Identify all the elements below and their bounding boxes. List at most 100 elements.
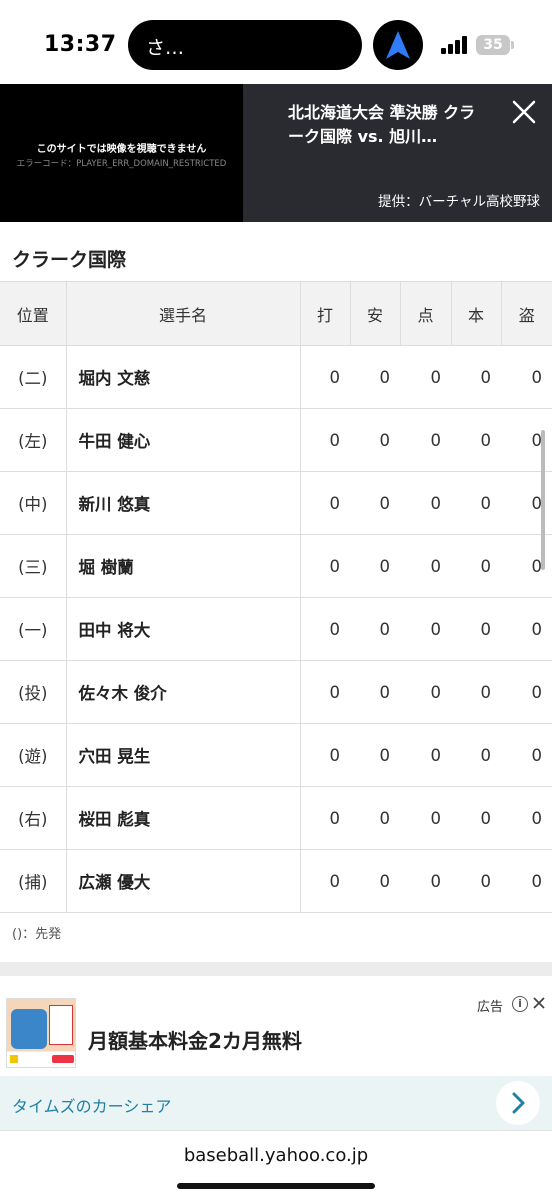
stat-home-runs: 0	[451, 345, 501, 409]
player-position: (右)	[0, 786, 67, 850]
table-header-row: 位置 選手名 打 安 点 本 盗	[0, 281, 552, 346]
table-row: (投) 佐々木 俊介 0 0 0 0 0	[0, 660, 552, 724]
table-row: (捕) 広瀬 優大 0 0 0 0 0	[0, 849, 552, 913]
player-position: (遊)	[0, 723, 67, 787]
stat-at-bats: 0	[300, 660, 350, 724]
stat-at-bats: 0	[300, 534, 350, 598]
table-row: (左) 牛田 健心 0 0 0 0 0	[0, 408, 552, 472]
player-name: 堀 樹蘭	[66, 534, 301, 598]
stat-hits: 0	[350, 786, 400, 850]
ad-image-strip	[7, 1051, 75, 1067]
scrollbar[interactable]	[541, 430, 545, 570]
island-text: さ…	[146, 37, 185, 59]
section-divider	[0, 962, 552, 976]
stat-rbi: 0	[400, 534, 451, 598]
stat-rbi: 0	[400, 408, 451, 472]
ad-banner[interactable]: 広告 i 月額基本料金2カ月無料 タイムズのカーシェア	[0, 990, 552, 1130]
stat-stolen-bases: 0	[501, 597, 552, 661]
video-header: このサイトでは映像を視聴できません エラーコード：PLAYER_ERR_DOMA…	[0, 84, 552, 222]
video-provider: 提供：バーチャル高校野球	[378, 194, 540, 210]
stat-hits: 0	[350, 534, 400, 598]
stat-at-bats: 0	[300, 723, 350, 787]
ad-image-car	[11, 1009, 47, 1049]
close-icon[interactable]	[508, 96, 540, 128]
stat-rbi: 0	[400, 849, 451, 913]
player-position: (中)	[0, 471, 67, 535]
battery-tip	[511, 41, 514, 49]
stat-hits: 0	[350, 408, 400, 472]
stat-at-bats: 0	[300, 471, 350, 535]
signal-icon	[441, 36, 467, 54]
starter-legend: ()：先発	[12, 927, 62, 942]
table-row: (二) 堀内 文慈 0 0 0 0 0	[0, 345, 552, 409]
stat-rbi: 0	[400, 597, 451, 661]
ad-cta-bar[interactable]: タイムズのカーシェア	[0, 1076, 552, 1130]
ad-image-button	[52, 1055, 74, 1063]
player-position: (投)	[0, 660, 67, 724]
stat-stolen-bases: 0	[501, 849, 552, 913]
ad-image-book	[49, 1005, 73, 1045]
header-rbi: 点	[399, 281, 452, 346]
player-name: 新川 悠真	[66, 471, 301, 535]
stat-hits: 0	[350, 660, 400, 724]
url-text[interactable]: baseball.yahoo.co.jp	[0, 1145, 552, 1166]
player-name: 田中 将大	[66, 597, 301, 661]
player-name: 堀内 文慈	[66, 345, 301, 409]
dynamic-island[interactable]: さ…	[128, 20, 362, 70]
stat-home-runs: 0	[451, 723, 501, 787]
player-position: (一)	[0, 597, 67, 661]
header-player-name: 選手名	[65, 281, 301, 346]
browser-url-bar[interactable]: baseball.yahoo.co.jp	[0, 1130, 552, 1200]
navigation-arrow-icon[interactable]	[373, 20, 423, 70]
table-row: (一) 田中 将大 0 0 0 0 0	[0, 597, 552, 661]
stat-hits: 0	[350, 849, 400, 913]
player-name: 広瀬 優大	[66, 849, 301, 913]
team-name: クラーク国際	[12, 249, 127, 271]
battery-icon: 35	[476, 35, 510, 55]
stat-at-bats: 0	[300, 849, 350, 913]
player-position: (捕)	[0, 849, 67, 913]
stat-at-bats: 0	[300, 408, 350, 472]
player-position: (二)	[0, 345, 67, 409]
stat-stolen-bases: 0	[501, 345, 552, 409]
status-time: 13:37	[44, 32, 117, 57]
stat-hits: 0	[350, 345, 400, 409]
batting-table: 位置 選手名 打 安 点 本 盗 (二) 堀内 文慈 0 0 0 0 0 (左) 牛田 健心 0 0…	[0, 281, 552, 913]
stat-home-runs: 0	[451, 660, 501, 724]
header-position: 位置	[0, 281, 67, 346]
player-name: 穴田 晃生	[66, 723, 301, 787]
ad-image-logo	[10, 1055, 18, 1063]
table-row: (三) 堀 樹蘭 0 0 0 0 0	[0, 534, 552, 598]
stat-hits: 0	[350, 471, 400, 535]
stat-hits: 0	[350, 723, 400, 787]
home-indicator[interactable]	[177, 1183, 375, 1189]
header-home-runs: 本	[450, 281, 502, 346]
stat-rbi: 0	[400, 786, 451, 850]
player-position: (左)	[0, 408, 67, 472]
stat-home-runs: 0	[451, 786, 501, 850]
video-player[interactable]: このサイトでは映像を視聴できません エラーコード：PLAYER_ERR_DOMA…	[0, 84, 243, 222]
stat-home-runs: 0	[451, 408, 501, 472]
ad-headline[interactable]: 月額基本料金2カ月無料	[88, 1025, 302, 1054]
ad-label: 広告	[477, 1000, 504, 1015]
player-name: 佐々木 俊介	[66, 660, 301, 724]
player-name: 牛田 健心	[66, 408, 301, 472]
chevron-right-icon[interactable]	[496, 1081, 540, 1125]
table-row: (右) 桜田 彪真 0 0 0 0 0	[0, 786, 552, 850]
table-row: (遊) 穴田 晃生 0 0 0 0 0	[0, 723, 552, 787]
player-position: (三)	[0, 534, 67, 598]
game-title: 北北海道大会 準決勝 クラーク国際 vs. 旭川…	[288, 103, 476, 146]
stat-home-runs: 0	[451, 597, 501, 661]
stat-stolen-bases: 0	[501, 660, 552, 724]
stat-at-bats: 0	[300, 597, 350, 661]
stat-stolen-bases: 0	[501, 723, 552, 787]
ad-info-icon[interactable]: i	[512, 996, 528, 1012]
ad-close-icon[interactable]	[532, 996, 546, 1010]
stat-hits: 0	[350, 597, 400, 661]
player-name: 桜田 彪真	[66, 786, 301, 850]
table-row: (中) 新川 悠真 0 0 0 0 0	[0, 471, 552, 535]
player-error-code: エラーコード：PLAYER_ERR_DOMAIN_RESTRICTED	[16, 159, 227, 169]
ad-advertiser[interactable]: タイムズのカーシェア	[12, 1093, 171, 1117]
stat-rbi: 0	[400, 471, 451, 535]
ad-image[interactable]	[6, 998, 76, 1068]
